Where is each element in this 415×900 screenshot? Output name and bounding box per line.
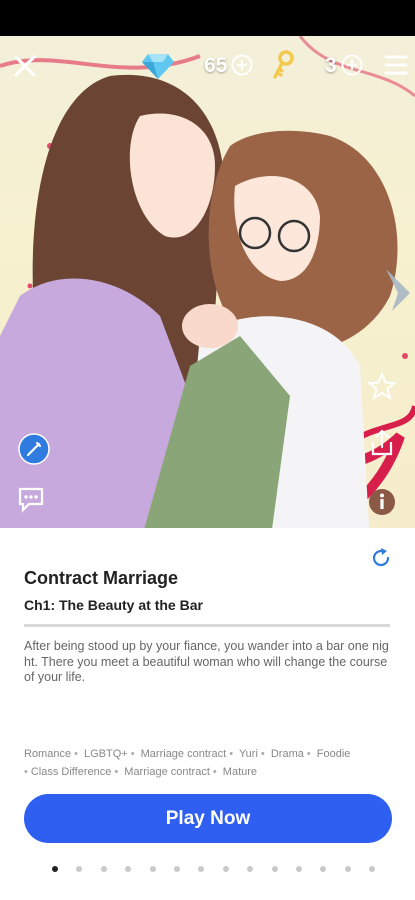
page-dot[interactable]: [295, 866, 302, 872]
chat-icon: [18, 487, 44, 513]
add-gems-button[interactable]: [231, 54, 253, 76]
add-keys-icon: [341, 54, 363, 76]
chapter-title: Ch1: The Beauty at the Bar: [24, 597, 203, 613]
tag: Romance: [24, 748, 72, 760]
tag: LGBTQ+: [84, 748, 128, 760]
page-dot[interactable]: [247, 866, 254, 872]
key-icon: [270, 50, 294, 80]
comments-button[interactable]: [16, 485, 50, 515]
refresh-icon: [372, 548, 390, 567]
star-icon: [368, 372, 396, 400]
tag-list: Romance • LGBTQ+ • Marriage contract • Yuri…: [24, 748, 351, 778]
gems-count: 65: [204, 54, 228, 77]
tag: Class Difference: [30, 766, 112, 778]
play-now-button[interactable]: Play Now: [24, 794, 392, 843]
tag: Yuri: [238, 748, 258, 760]
page-dot[interactable]: [271, 866, 278, 872]
menu-button[interactable]: [383, 53, 409, 77]
keys-count: 3: [325, 54, 337, 77]
next-story-button[interactable]: [380, 265, 415, 315]
tag: Marriage contract: [140, 748, 227, 760]
share-button[interactable]: [368, 428, 396, 458]
tag: Mature: [222, 766, 258, 778]
info-button[interactable]: [368, 488, 396, 516]
add-gems-icon: [231, 54, 253, 76]
page-dot[interactable]: [125, 866, 132, 872]
refresh-button[interactable]: [368, 545, 394, 571]
gem-icon: [141, 51, 175, 81]
close-icon: [14, 55, 36, 77]
status-bar: [0, 0, 415, 36]
favorite-button[interactable]: [368, 372, 396, 400]
tag: Marriage contract: [124, 766, 210, 778]
pagination-dots: [52, 866, 393, 872]
pen-badge[interactable]: [18, 433, 50, 465]
share-icon: [371, 429, 393, 456]
page-dot[interactable]: [344, 866, 351, 872]
info-icon: [369, 489, 395, 515]
close-button[interactable]: [12, 53, 38, 79]
page-dot[interactable]: [198, 866, 205, 872]
cover-illustration: [0, 36, 415, 544]
cover-artwork: [0, 36, 415, 544]
tag: Drama: [270, 748, 304, 760]
page-dot[interactable]: [173, 866, 180, 872]
page-dot[interactable]: [149, 866, 156, 872]
page-dot[interactable]: [100, 866, 107, 872]
menu-icon: [384, 55, 408, 75]
divider: [24, 624, 390, 627]
add-keys-button[interactable]: [341, 54, 363, 76]
tag: Foodie: [316, 748, 351, 760]
story-title: Contract Marriage: [24, 568, 179, 588]
page-dot[interactable]: [52, 866, 58, 872]
page-dot[interactable]: [222, 866, 229, 872]
story-description: After being stood up by your fiance, you…: [24, 639, 389, 684]
page-dot[interactable]: [320, 866, 327, 872]
pen-badge-icon: [18, 433, 50, 465]
arrow-next-icon: [386, 269, 410, 311]
page-dot[interactable]: [76, 866, 83, 872]
page-dot[interactable]: [369, 866, 376, 872]
